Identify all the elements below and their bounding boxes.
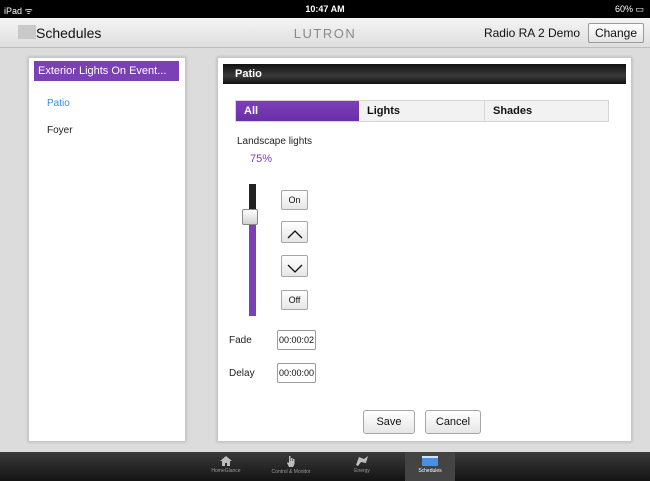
fade-label: Fade	[229, 335, 252, 346]
fade-field[interactable]	[277, 330, 316, 350]
home-icon	[220, 456, 232, 466]
off-button[interactable]: Off	[281, 290, 308, 310]
bottom-tab-bar: HomeGlance Control & Monitor Energy Sche…	[0, 452, 650, 481]
battery-indicator: 60% ▭	[614, 4, 644, 14]
tabbar-control-monitor[interactable]: Control & Monitor	[266, 452, 316, 481]
chevron-down-icon	[287, 264, 302, 273]
schedules-icon	[422, 456, 438, 466]
lower-button[interactable]	[281, 255, 308, 277]
list-item-foyer[interactable]: Foyer	[47, 125, 73, 136]
hand-icon	[287, 456, 295, 467]
tabbar-schedules[interactable]: Schedules	[405, 452, 455, 481]
cancel-button[interactable]: Cancel	[425, 410, 481, 434]
level-slider-thumb[interactable]	[242, 209, 258, 225]
tab-lights[interactable]: Lights	[359, 101, 485, 121]
tabbar-homeglance[interactable]: HomeGlance	[201, 452, 251, 481]
save-button[interactable]: Save	[363, 410, 415, 434]
change-system-button[interactable]: Change	[587, 23, 644, 43]
room-panel: Patio All Lights Shades Landscape lights…	[217, 57, 632, 442]
selected-event[interactable]: Exterior Lights On Event...	[34, 61, 179, 81]
list-item-patio[interactable]: Patio	[47, 98, 70, 109]
tabbar-homeglance-label: HomeGlance	[211, 468, 241, 474]
app-header: Schedules LUTRON Radio RA 2 Demo Change	[0, 18, 650, 48]
tabbar-schedules-label: Schedules	[418, 468, 442, 474]
level-slider-fill	[249, 217, 256, 316]
raise-button[interactable]	[281, 221, 308, 243]
filter-tabs: All Lights Shades	[235, 100, 609, 122]
tabbar-energy[interactable]: Energy	[337, 452, 387, 481]
energy-icon	[356, 456, 368, 466]
level-slider[interactable]	[249, 184, 256, 316]
delay-field[interactable]	[277, 363, 316, 383]
status-bar: iPad ᯤ 10:47 AM 60% ▭	[0, 0, 650, 18]
event-list-panel: Exterior Lights On Event... Patio Foyer	[28, 57, 186, 442]
tab-shades[interactable]: Shades	[485, 101, 608, 121]
tabbar-control-monitor-label: Control & Monitor	[271, 469, 311, 475]
chevron-up-icon	[287, 229, 302, 238]
tabbar-energy-label: Energy	[354, 468, 370, 474]
delay-label: Delay	[229, 368, 255, 379]
on-button[interactable]: On	[281, 190, 308, 210]
zone-level: 75%	[250, 153, 273, 165]
zone-name: Landscape lights	[237, 136, 313, 147]
clock: 10:47 AM	[305, 4, 345, 14]
room-title: Patio	[223, 64, 626, 84]
tab-all[interactable]: All	[236, 101, 359, 121]
system-name: Radio RA 2 Demo	[483, 26, 580, 40]
